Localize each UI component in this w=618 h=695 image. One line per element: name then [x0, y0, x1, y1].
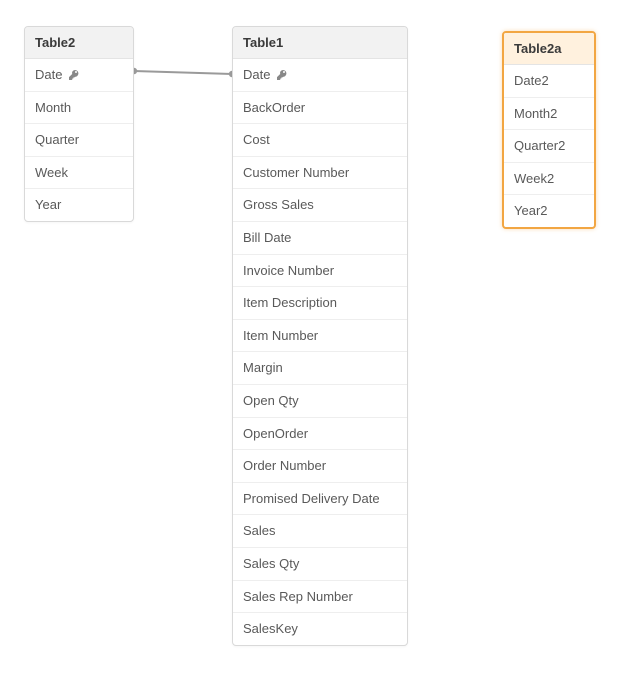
field-row[interactable]: Quarter2 — [504, 130, 594, 163]
field-row[interactable]: SalesKey — [233, 613, 407, 645]
field-label: Date — [243, 67, 270, 83]
relation-line-table2-date-to-table1-date — [130, 64, 236, 78]
field-row[interactable]: Open Qty — [233, 385, 407, 418]
field-label: Quarter2 — [514, 138, 565, 154]
field-row[interactable]: Year2 — [504, 195, 594, 227]
field-row[interactable]: Month — [25, 92, 133, 125]
field-label: Year2 — [514, 203, 548, 219]
table-table1[interactable]: Table1 Date BackOrder Cost Customer Numb… — [232, 26, 408, 646]
field-label: Open Qty — [243, 393, 299, 409]
field-row[interactable]: Year — [25, 189, 133, 221]
field-row[interactable]: Sales Qty — [233, 548, 407, 581]
field-label: Quarter — [35, 132, 79, 148]
field-row[interactable]: Date — [233, 59, 407, 92]
field-label: Item Description — [243, 295, 337, 311]
field-row[interactable]: Customer Number — [233, 157, 407, 190]
table-header: Table2 — [25, 27, 133, 59]
field-row[interactable]: Gross Sales — [233, 189, 407, 222]
field-row[interactable]: Month2 — [504, 98, 594, 131]
field-label: Week — [35, 165, 68, 181]
field-row[interactable]: Sales Rep Number — [233, 581, 407, 614]
field-label: Sales — [243, 523, 276, 539]
field-label: Date2 — [514, 73, 549, 89]
table-table2[interactable]: Table2 Date Month Quarter Week Year — [24, 26, 134, 222]
table-table2a[interactable]: Table2a Date2 Month2 Quarter2 Week2 Year… — [502, 31, 596, 229]
field-label: Week2 — [514, 171, 554, 187]
field-row[interactable]: Date2 — [504, 65, 594, 98]
data-model-canvas[interactable]: Table2 Date Month Quarter Week Year Tabl… — [0, 0, 618, 695]
field-row[interactable]: Bill Date — [233, 222, 407, 255]
field-row[interactable]: Quarter — [25, 124, 133, 157]
field-row[interactable]: Sales — [233, 515, 407, 548]
table-header: Table2a — [504, 33, 594, 65]
field-label: SalesKey — [243, 621, 298, 637]
field-label: Year — [35, 197, 61, 213]
field-label: Gross Sales — [243, 197, 314, 213]
field-label: BackOrder — [243, 100, 305, 116]
field-row[interactable]: Promised Delivery Date — [233, 483, 407, 516]
field-label: Invoice Number — [243, 263, 334, 279]
field-label: OpenOrder — [243, 426, 308, 442]
field-row[interactable]: Week2 — [504, 163, 594, 196]
table-header: Table1 — [233, 27, 407, 59]
field-row[interactable]: Margin — [233, 352, 407, 385]
field-row[interactable]: Invoice Number — [233, 255, 407, 288]
field-label: Cost — [243, 132, 270, 148]
field-row[interactable]: Cost — [233, 124, 407, 157]
field-row[interactable]: Date — [25, 59, 133, 92]
field-row[interactable]: Order Number — [233, 450, 407, 483]
field-label: Promised Delivery Date — [243, 491, 380, 507]
field-row[interactable]: Item Number — [233, 320, 407, 353]
field-row[interactable]: Item Description — [233, 287, 407, 320]
key-icon — [276, 69, 288, 81]
field-row[interactable]: OpenOrder — [233, 418, 407, 451]
key-icon — [68, 69, 80, 81]
field-label: Customer Number — [243, 165, 349, 181]
field-label: Order Number — [243, 458, 326, 474]
field-row[interactable]: BackOrder — [233, 92, 407, 125]
field-label: Sales Qty — [243, 556, 299, 572]
field-label: Date — [35, 67, 62, 83]
field-label: Month2 — [514, 106, 557, 122]
field-label: Sales Rep Number — [243, 589, 353, 605]
field-row[interactable]: Week — [25, 157, 133, 190]
field-label: Month — [35, 100, 71, 116]
field-label: Margin — [243, 360, 283, 376]
field-label: Item Number — [243, 328, 318, 344]
field-label: Bill Date — [243, 230, 291, 246]
